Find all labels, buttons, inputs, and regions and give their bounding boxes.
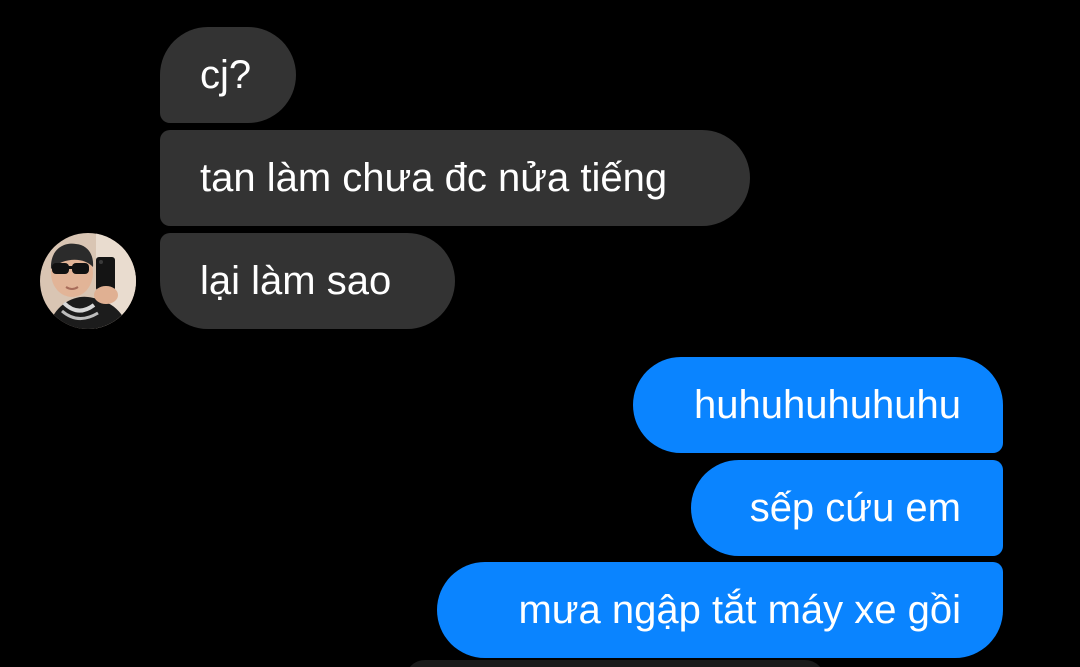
outgoing-message-bubble[interactable]: huhuhuhuhuhu — [633, 357, 1003, 453]
next-message-peek — [405, 660, 825, 667]
avatar-icon — [40, 233, 136, 329]
message-text: sếp cứu em — [749, 486, 961, 530]
message-text: huhuhuhuhuhu — [694, 383, 961, 427]
outgoing-message-bubble[interactable]: mưa ngập tắt máy xe gồi — [437, 562, 1003, 658]
incoming-message-bubble[interactable]: tan làm chưa đc nửa tiếng — [160, 130, 750, 226]
message-text: cj? — [200, 53, 252, 97]
message-thread: cj? tan làm chưa đc nửa tiếng lại làm sa… — [0, 0, 1080, 667]
message-text: tan làm chưa đc nửa tiếng — [200, 156, 668, 200]
message-text: mưa ngập tắt máy xe gồi — [518, 588, 961, 632]
incoming-message-bubble[interactable]: cj? — [160, 27, 296, 123]
outgoing-message-bubble[interactable]: sếp cứu em — [691, 460, 1003, 556]
message-text: lại làm sao — [200, 259, 392, 303]
incoming-message-bubble[interactable]: lại làm sao — [160, 233, 455, 329]
contact-avatar[interactable] — [40, 233, 136, 329]
